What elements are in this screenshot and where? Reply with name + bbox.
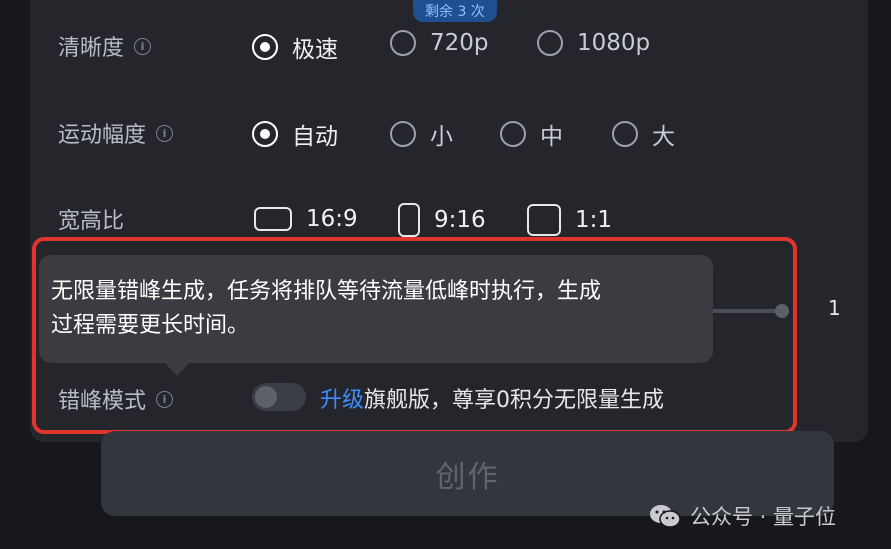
radio-icon xyxy=(390,30,416,56)
square-ratio-icon xyxy=(527,204,561,236)
radio-icon xyxy=(612,121,638,147)
slider-value: 1 xyxy=(828,296,841,320)
watermark: 公众号 · 量子位 xyxy=(648,501,836,531)
create-button-label: 创作 xyxy=(435,459,500,495)
option-label: 极速 xyxy=(292,37,338,63)
radio-selected-icon xyxy=(252,34,278,60)
clarity-option-1080p[interactable]: 1080p xyxy=(537,30,650,56)
aspect-option-1-1[interactable]: 1:1 xyxy=(527,204,612,236)
radio-icon xyxy=(537,30,563,56)
option-label: 中 xyxy=(540,124,563,150)
option-label: 9:16 xyxy=(434,207,486,233)
badge-text: 剩余 3 次 xyxy=(425,4,485,20)
clarity-option-720p[interactable]: 720p xyxy=(390,30,489,56)
aspect-option-16-9[interactable]: 16:9 xyxy=(254,206,358,232)
clarity-label: 清晰度 i xyxy=(58,30,152,62)
motion-option-auto[interactable]: 自动 xyxy=(252,117,338,151)
clarity-option-fast[interactable]: 极速 xyxy=(252,30,338,64)
watermark-text: 公众号 · 量子位 xyxy=(690,505,837,529)
radio-selected-icon xyxy=(252,121,278,147)
portrait-ratio-icon xyxy=(398,203,420,237)
radio-icon xyxy=(390,121,416,147)
landscape-ratio-icon xyxy=(254,207,292,231)
wechat-icon xyxy=(650,505,681,528)
option-label: 自动 xyxy=(292,124,338,150)
motion-option-large[interactable]: 大 xyxy=(612,117,675,151)
option-label: 1080p xyxy=(577,30,651,56)
option-label: 16:9 xyxy=(306,206,358,232)
info-icon[interactable]: i xyxy=(156,124,174,142)
option-label: 720p xyxy=(430,30,489,56)
aspect-option-9-16[interactable]: 9:16 xyxy=(398,203,486,237)
aspect-ratio-label: 宽高比 xyxy=(58,203,124,235)
highlight-annotation-box xyxy=(32,237,797,434)
clarity-label-text: 清晰度 xyxy=(58,36,125,61)
motion-label-text: 运动幅度 xyxy=(58,123,147,148)
motion-option-small[interactable]: 小 xyxy=(390,117,453,151)
radio-icon xyxy=(500,121,526,147)
option-label: 小 xyxy=(430,124,453,150)
info-icon[interactable]: i xyxy=(134,37,152,55)
aspect-ratio-label-text: 宽高比 xyxy=(58,209,125,234)
option-label: 大 xyxy=(652,124,675,150)
option-label: 1:1 xyxy=(575,207,613,233)
motion-label: 运动幅度 i xyxy=(58,117,174,149)
remaining-count-badge: 剩余 3 次 xyxy=(413,0,497,22)
motion-option-medium[interactable]: 中 xyxy=(500,117,563,151)
